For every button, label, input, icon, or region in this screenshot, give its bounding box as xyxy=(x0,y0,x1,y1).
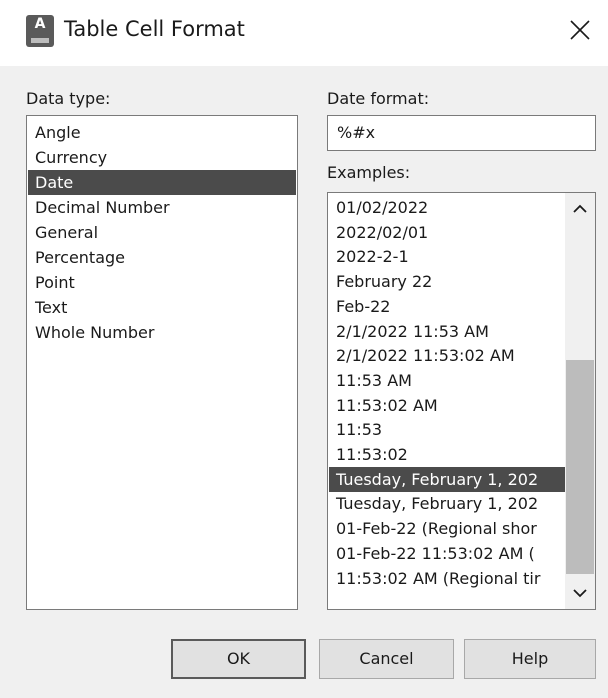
data-type-item[interactable]: Currency xyxy=(28,145,296,170)
example-item[interactable]: 2022-2-1 xyxy=(329,244,565,269)
example-item[interactable]: 2022/02/01 xyxy=(329,220,565,245)
chevron-down-icon xyxy=(573,589,587,598)
example-item[interactable]: 2/1/2022 11:53:02 AM xyxy=(329,343,565,368)
examples-listbox[interactable]: 01/02/2022 2022/02/01 2022-2-1 February 22 F… xyxy=(327,192,596,610)
window-title: Table Cell Format xyxy=(64,17,245,41)
data-type-item[interactable]: Text xyxy=(28,295,296,320)
close-button[interactable] xyxy=(560,10,600,50)
example-item[interactable]: 2/1/2022 11:53 AM xyxy=(329,319,565,344)
example-item[interactable]: February 22 xyxy=(329,269,565,294)
example-item[interactable]: 01/02/2022 xyxy=(329,195,565,220)
cancel-button[interactable]: Cancel xyxy=(319,639,454,679)
example-item[interactable]: 01-Feb-22 11:53:02 AM ( xyxy=(329,541,565,566)
data-type-item[interactable]: Angle xyxy=(28,120,296,145)
data-type-label: Data type: xyxy=(26,89,111,108)
example-item[interactable]: Tuesday, February 1, 202 xyxy=(329,466,565,492)
example-item[interactable]: 11:53 xyxy=(329,417,565,442)
chevron-up-icon xyxy=(573,204,587,213)
example-item[interactable]: 11:53:02 AM xyxy=(329,393,565,418)
example-item[interactable]: Feb-22 xyxy=(329,294,565,319)
close-icon xyxy=(570,20,590,40)
title-bar: A Table Cell Format xyxy=(0,0,608,66)
scroll-down-button[interactable] xyxy=(565,579,595,607)
table-cell-format-dialog: A Table Cell Format Data type: Angle Curr… xyxy=(0,0,608,698)
example-item[interactable]: Tuesday, February 1, 202 xyxy=(329,491,565,516)
example-item[interactable]: 11:53:02 AM (Regional tir xyxy=(329,566,565,591)
date-format-input[interactable]: %#x xyxy=(327,115,596,151)
date-format-label: Date format: xyxy=(327,89,430,108)
data-type-item[interactable]: Date xyxy=(28,170,296,195)
data-type-listbox[interactable]: Angle Currency Date Decimal Number General Pe… xyxy=(26,115,298,610)
help-button[interactable]: Help xyxy=(464,639,596,679)
scrollbar-thumb[interactable] xyxy=(566,360,594,574)
data-type-item[interactable]: Whole Number xyxy=(28,320,296,345)
example-item[interactable]: 11:53:02 xyxy=(329,442,565,467)
example-item[interactable]: 01-Feb-22 (Regional shor xyxy=(329,516,565,541)
autocad-app-icon: A xyxy=(26,15,54,47)
example-item[interactable]: 11:53 AM xyxy=(329,368,565,393)
data-type-item[interactable]: Percentage xyxy=(28,245,296,270)
examples-scrollbar[interactable] xyxy=(565,193,595,609)
app-icon-letter: A xyxy=(34,16,46,32)
data-type-item[interactable]: Decimal Number xyxy=(28,195,296,220)
data-type-item[interactable]: General xyxy=(28,220,296,245)
examples-label: Examples: xyxy=(327,163,411,182)
data-type-item[interactable]: Point xyxy=(28,270,296,295)
scroll-up-button[interactable] xyxy=(565,195,595,223)
ok-button[interactable]: OK xyxy=(171,639,306,679)
